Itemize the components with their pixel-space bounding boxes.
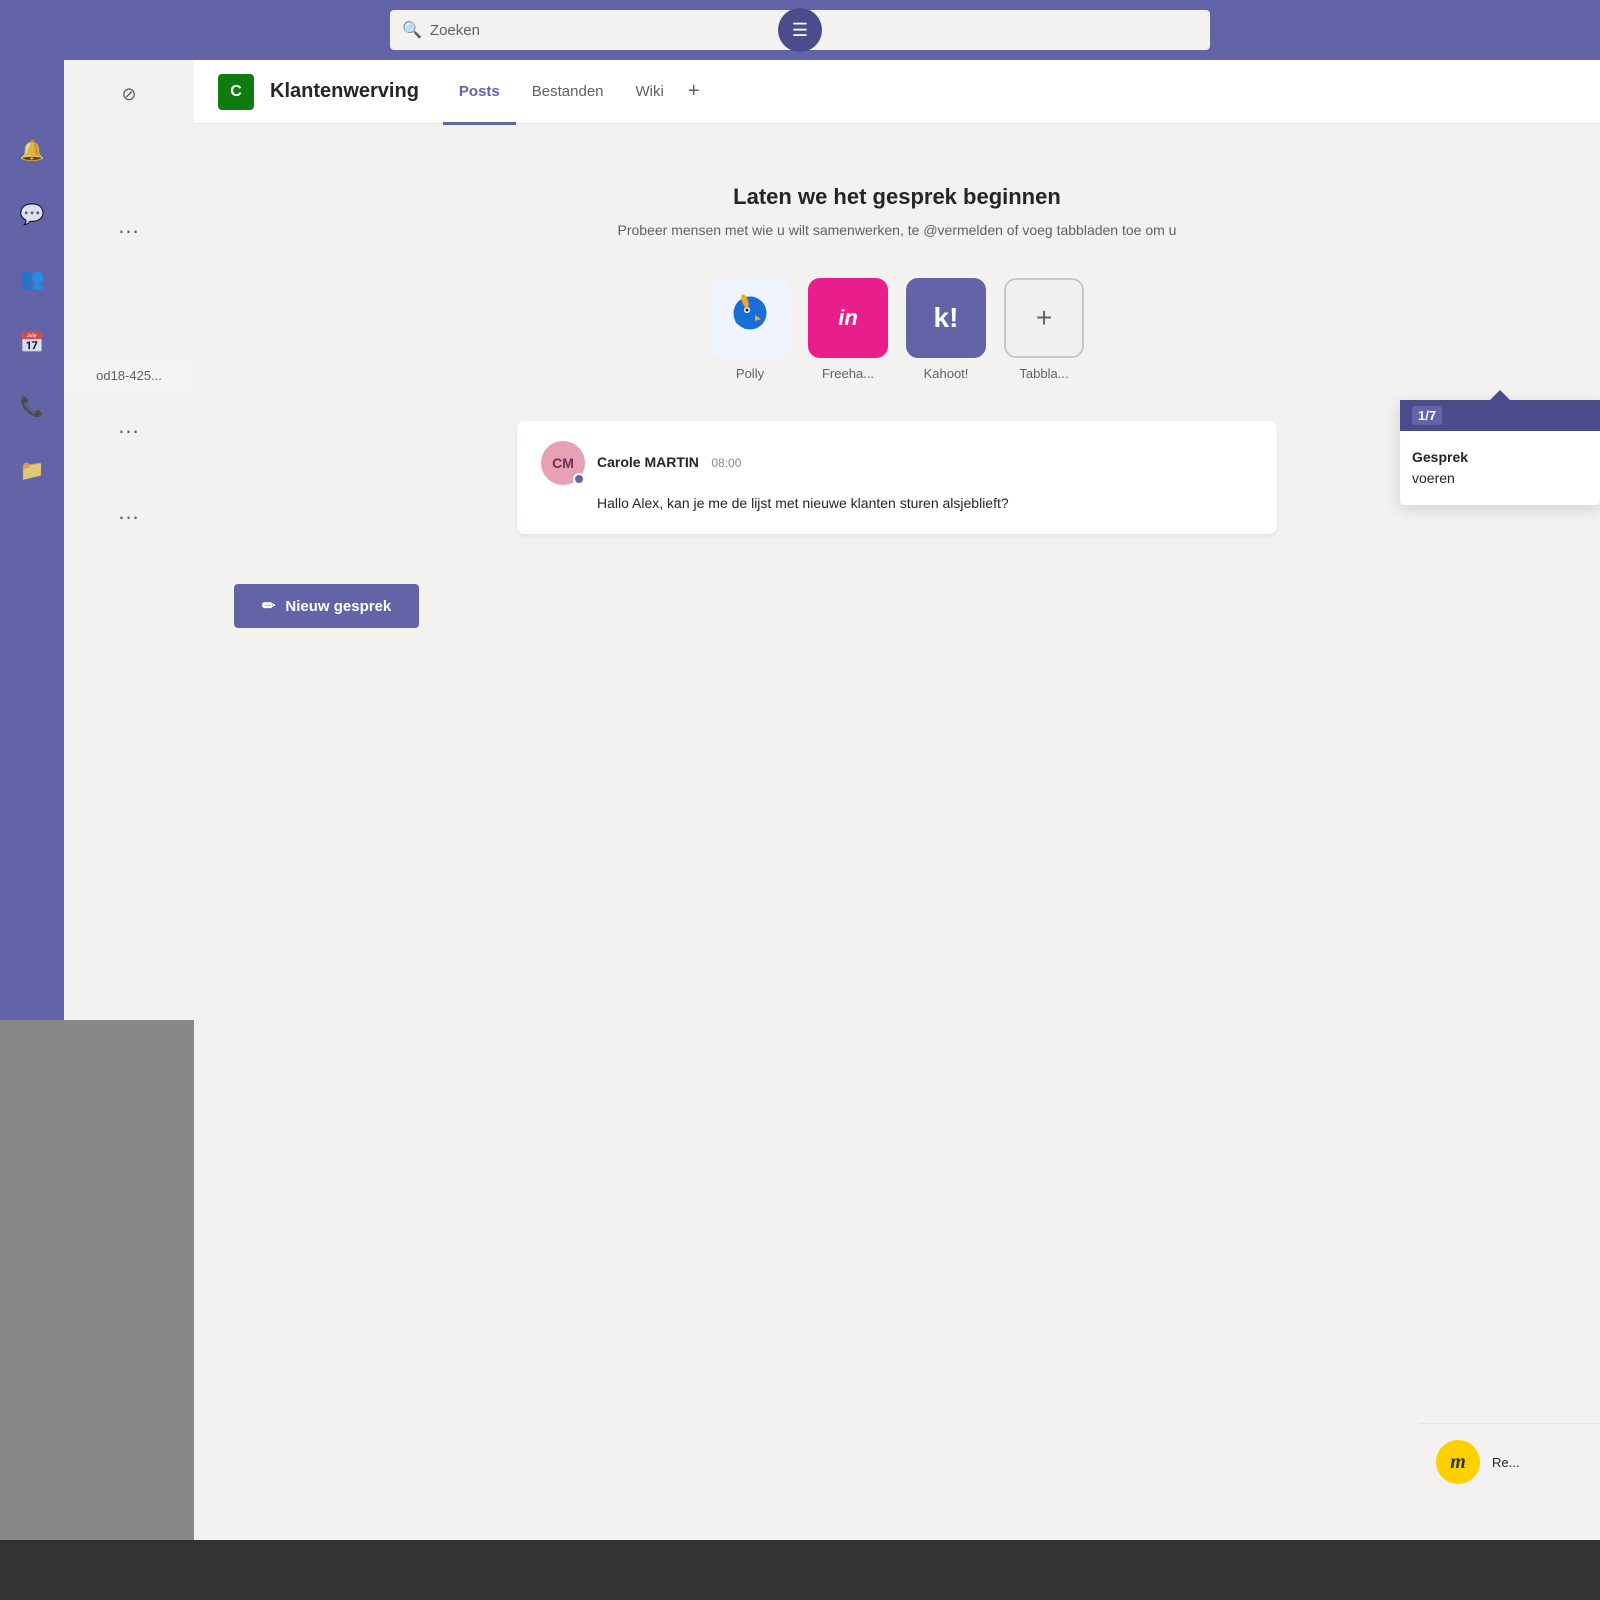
tooltip-arrow [1490,390,1510,400]
conversation-title: Laten we het gesprek beginnen [733,184,1061,210]
message-text: Hallo Alex, kan je me de lijst met nieuw… [597,493,1253,514]
filter-row: ⊘ [109,76,148,113]
calls-icon: 📞 [20,394,45,419]
tooltip-title-line1: Gesprek [1412,449,1468,465]
hamburger-icon: ☰ [792,20,808,41]
tab-posts[interactable]: Posts [443,61,516,125]
polly-icon-box [710,278,790,358]
freehand-icon-box: in [808,278,888,358]
kahoot-label: Kahoot! [924,366,969,381]
sidebar-dots-1[interactable]: ... [118,213,139,239]
message-time: 08:00 [711,456,741,470]
new-conversation-button[interactable]: ✏ Nieuw gesprek [234,584,419,628]
avatar-status-indicator [573,473,585,485]
app-kahoot[interactable]: k! Kahoot! [901,278,991,381]
message-fade [517,514,1277,534]
center-content: Laten we het gesprek beginnen Probeer me… [194,124,1600,564]
channel-tabs: Posts Bestanden Wiki + [443,60,708,124]
add-tab-button[interactable]: + [680,60,708,124]
miro-logo-letter: m [1450,1451,1466,1474]
nav-calendar[interactable]: 📅 [12,322,52,362]
app-freehand[interactable]: in Freeha... [803,278,893,381]
new-conversation-icon: ✏ [262,596,275,616]
miro-logo: m [1436,1440,1480,1484]
conversation-subtitle: Probeer mensen met wie u wilt samenwerke… [618,222,1177,238]
app-polly[interactable]: Polly [705,278,795,381]
freehand-logo-text: in [838,305,858,331]
tooltip-header: 1/7 [1400,400,1600,431]
message-meta: Carole MARTIN 08:00 [597,454,741,472]
top-bar: ☰ 🔍 Zoeken [0,0,1600,60]
tooltip-body: Gesprek voeren [1400,431,1600,505]
main-content: Laten we het gesprek beginnen Probeer me… [194,124,1600,1600]
new-conversation-label: Nieuw gesprek [285,598,391,615]
calendar-icon: 📅 [20,330,45,355]
search-icon: 🔍 [402,20,422,40]
polly-bird-svg [725,293,775,343]
tooltip-counter: 1/7 [1412,406,1442,425]
polly-label: Polly [736,366,764,381]
app-add-tab[interactable]: + Tabbla... [999,278,1089,381]
nav-calls[interactable]: 📞 [12,386,52,426]
add-tab-label: Tabbla... [1019,366,1068,381]
app-icons-row: Polly in Freeha... k! Kahoot [705,278,1089,381]
content-area: C Klantenwerving Posts Bestanden Wiki + … [194,60,1600,1600]
tab-bestanden[interactable]: Bestanden [516,61,620,125]
files-icon: 📁 [20,458,45,483]
nav-chat[interactable]: 💬 [12,194,52,234]
hamburger-menu-button[interactable]: ☰ [778,8,822,52]
avatar-initials: CM [552,455,574,471]
message-header: CM Carole MARTIN 08:00 [541,441,1253,485]
channel-header: C Klantenwerving Posts Bestanden Wiki + [194,60,1600,124]
right-panel: m Re... [1420,1423,1600,1500]
tooltip-title-line2: voeren [1412,470,1455,486]
dark-taskbar [0,1540,1600,1600]
add-plus-icon: + [1036,302,1052,334]
message-sender: Carole MARTIN [597,454,699,470]
nav-teams[interactable]: 👥 [12,258,52,298]
kahoot-icon-box: k! [906,278,986,358]
sidebar-dots-2[interactable]: ... [118,413,139,439]
activity-icon: 🔔 [20,138,45,163]
team-name: od18-425... [96,364,162,387]
channel-name: Klantenwerving [270,80,419,103]
avatar: CM [541,441,585,485]
teams-icon: 👥 [20,266,45,291]
freehand-label: Freeha... [822,366,874,381]
bottom-bar: ✏ Nieuw gesprek [194,564,1600,648]
filter-icon[interactable]: ⊘ [121,84,136,105]
tooltip-popup: 1/7 Gesprek voeren [1400,400,1600,505]
kahoot-logo-text: k! [934,302,959,334]
main-layout: 🔔 💬 👥 📅 📞 📁 ••• ⊘ ... od18 [0,60,1600,1600]
team-item[interactable]: od18-425... [64,359,194,393]
channel-icon: C [218,74,254,110]
chat-icon: 💬 [20,202,45,227]
nav-files[interactable]: 📁 [12,450,52,490]
miro-label: Re... [1492,1455,1519,1470]
nav-activity[interactable]: 🔔 [12,130,52,170]
add-tab-icon-box: + [1004,278,1084,358]
tab-wiki[interactable]: Wiki [620,61,680,125]
sidebar-dots-3[interactable]: ... [118,499,139,525]
message-card: CM Carole MARTIN 08:00 Hallo Alex, kan j… [517,421,1277,534]
